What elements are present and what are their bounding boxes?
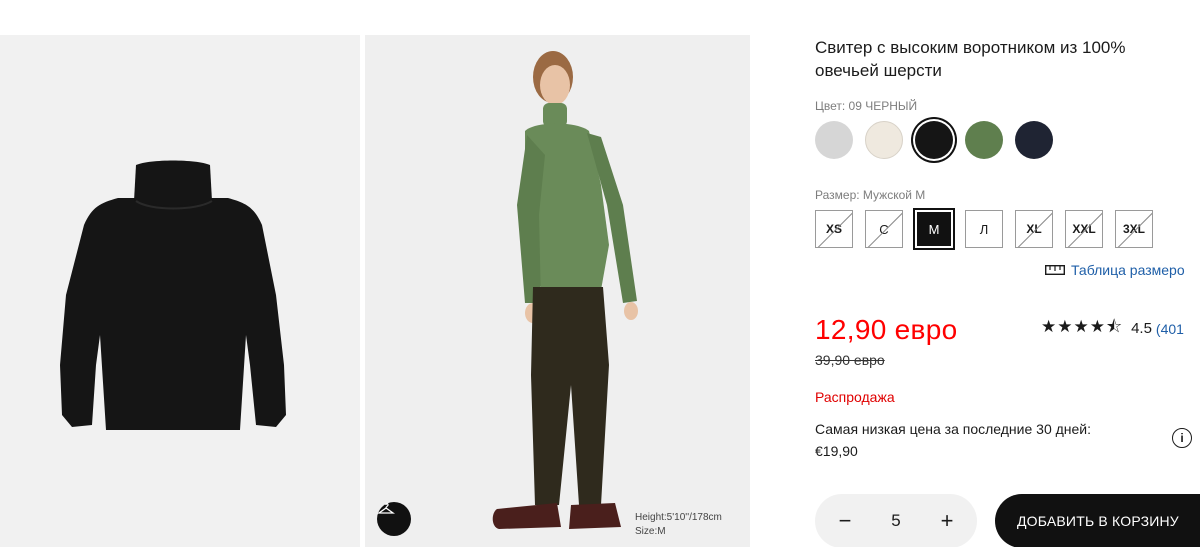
size-button-xs[interactable]: XS bbox=[815, 210, 853, 248]
size-button-s[interactable]: С bbox=[865, 210, 903, 248]
model-height: Height:5'10''/178cm bbox=[635, 512, 722, 523]
color-swatch-black[interactable] bbox=[915, 121, 953, 159]
color-swatch-gray[interactable] bbox=[815, 121, 853, 159]
model-size: Size:M bbox=[635, 526, 666, 537]
size-options: XS С M Л XL XXL 3XL bbox=[815, 210, 1153, 248]
size-chart-link[interactable]: Таблица размеро bbox=[1045, 262, 1185, 278]
lowest-price-text: Самая низкая цена за последние 30 дней: bbox=[815, 421, 1092, 437]
quantity-decrease-button[interactable]: − bbox=[835, 510, 855, 532]
color-swatches bbox=[815, 121, 1053, 159]
color-label: Цвет: 09 ЧЕРНЫЙ bbox=[815, 99, 918, 113]
lowest-price-info: Самая низкая цена за последние 30 дней: … bbox=[815, 418, 1145, 462]
size-label: Размер: Мужской M bbox=[815, 188, 926, 202]
ruler-icon bbox=[1045, 265, 1065, 275]
size-button-m[interactable]: M bbox=[915, 210, 953, 248]
quantity-increase-button[interactable]: + bbox=[937, 510, 957, 532]
size-button-l[interactable]: Л bbox=[965, 210, 1003, 248]
size-button-xxl[interactable]: XXL bbox=[1065, 210, 1103, 248]
product-image-flat[interactable] bbox=[0, 35, 360, 547]
quantity-value[interactable]: 5 bbox=[891, 511, 900, 531]
size-button-xl[interactable]: XL bbox=[1015, 210, 1053, 248]
sale-price: 12,90 евро bbox=[815, 314, 958, 345]
color-swatch-olive[interactable] bbox=[965, 121, 1003, 159]
quantity-stepper: − 5 + bbox=[815, 494, 977, 547]
color-swatch-offwhite[interactable] bbox=[865, 121, 903, 159]
original-price: 39,90 евро bbox=[815, 352, 885, 368]
hanger-icon-button[interactable] bbox=[377, 502, 411, 536]
rating-count[interactable]: (401 bbox=[1156, 321, 1184, 337]
size-chart-label: Таблица размеро bbox=[1071, 262, 1185, 278]
lowest-price-value: €19,90 bbox=[815, 443, 858, 459]
color-swatch-navy[interactable] bbox=[1015, 121, 1053, 159]
product-image-model[interactable]: Height:5'10''/178cm Size:M bbox=[365, 35, 750, 547]
product-info: Свитер с высоким воротником из 100% овеч… bbox=[815, 0, 1200, 547]
rating-value: 4.5 bbox=[1131, 320, 1152, 337]
rating-stars-icon: ★★★★⯪ bbox=[1041, 317, 1124, 336]
size-button-3xl[interactable]: 3XL bbox=[1115, 210, 1153, 248]
sale-label: Распродажа bbox=[815, 389, 895, 405]
hanger-icon bbox=[377, 502, 395, 514]
model-info: Height:5'10''/178cm Size:M bbox=[635, 511, 722, 539]
product-title: Свитер с высоким воротником из 100% овеч… bbox=[815, 38, 1126, 80]
info-icon[interactable]: i bbox=[1172, 428, 1192, 448]
add-to-cart-button[interactable]: ДОБАВИТЬ В КОРЗИНУ bbox=[995, 494, 1200, 547]
product-rating[interactable]: ★★★★⯪ 4.5 (401 bbox=[1041, 314, 1184, 343]
